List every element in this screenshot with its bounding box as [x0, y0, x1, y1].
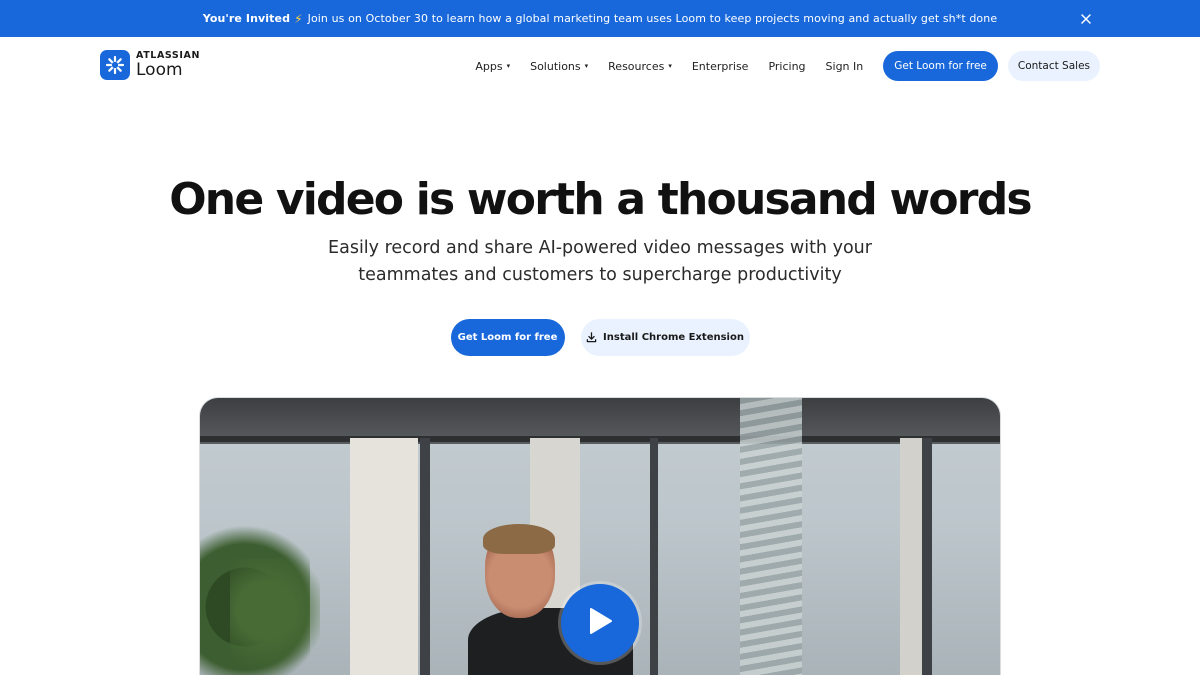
nav-pricing[interactable]: Pricing [768, 60, 805, 73]
video-window-frame [922, 438, 932, 675]
nav-solutions[interactable]: Solutions ▾ [530, 60, 588, 73]
caret-down-icon: ▾ [506, 62, 511, 70]
caret-down-icon: ▾ [668, 62, 672, 70]
contact-sales-button[interactable]: Contact Sales [1007, 51, 1100, 81]
video-palm-tree [740, 398, 802, 675]
nav-solutions-label: Solutions [530, 59, 581, 73]
video-person-hair [483, 524, 555, 554]
loom-logo[interactable]: ATLASSIAN Loom [100, 50, 200, 80]
video-window-frame [650, 438, 658, 675]
download-icon [586, 332, 597, 343]
site-header: ATLASSIAN Loom Apps ▾ Solutions ▾ Resour… [0, 37, 1200, 94]
get-loom-free-button-header[interactable]: Get Loom for free [883, 51, 998, 81]
video-curtain [350, 438, 418, 675]
close-icon[interactable] [1077, 10, 1094, 27]
lightning-icon: ⚡ [294, 11, 303, 26]
banner-lead: You're Invited [202, 12, 291, 25]
video-window-frame [420, 438, 430, 675]
main-nav: Apps ▾ Solutions ▾ Resources ▾ Enterpris… [475, 51, 1100, 81]
hero-cta-row: Get Loom for free Install Chrome Extensi… [0, 319, 1200, 356]
nav-sign-in[interactable]: Sign In [826, 60, 864, 73]
play-button[interactable] [561, 584, 639, 662]
video-plant [230, 558, 320, 675]
play-icon [587, 607, 613, 639]
banner-message[interactable]: Join us on October 30 to learn how a glo… [308, 12, 998, 25]
nav-resources-label: Resources [608, 59, 665, 73]
loom-burst-icon [100, 50, 130, 80]
announcement-banner: You're Invited ⚡ Join us on October 30 t… [0, 0, 1200, 37]
hero-title: One video is worth a thousand words [169, 174, 1032, 225]
video-curtain [900, 438, 922, 675]
nav-apps-label: Apps [475, 59, 503, 73]
install-chrome-extension-button[interactable]: Install Chrome Extension [580, 319, 750, 356]
logo-product: Loom [136, 59, 183, 80]
nav-apps[interactable]: Apps ▾ [475, 60, 510, 73]
nav-resources[interactable]: Resources ▾ [608, 60, 672, 73]
install-chrome-extension-label: Install Chrome Extension [603, 332, 744, 343]
hero-subtitle: Easily record and share AI-powered video… [328, 238, 872, 285]
hero-video[interactable] [200, 398, 1000, 675]
caret-down-icon: ▾ [584, 62, 589, 70]
video-ceiling-beam [200, 436, 1000, 442]
nav-enterprise[interactable]: Enterprise [692, 60, 749, 73]
get-loom-free-button[interactable]: Get Loom for free [450, 319, 565, 356]
